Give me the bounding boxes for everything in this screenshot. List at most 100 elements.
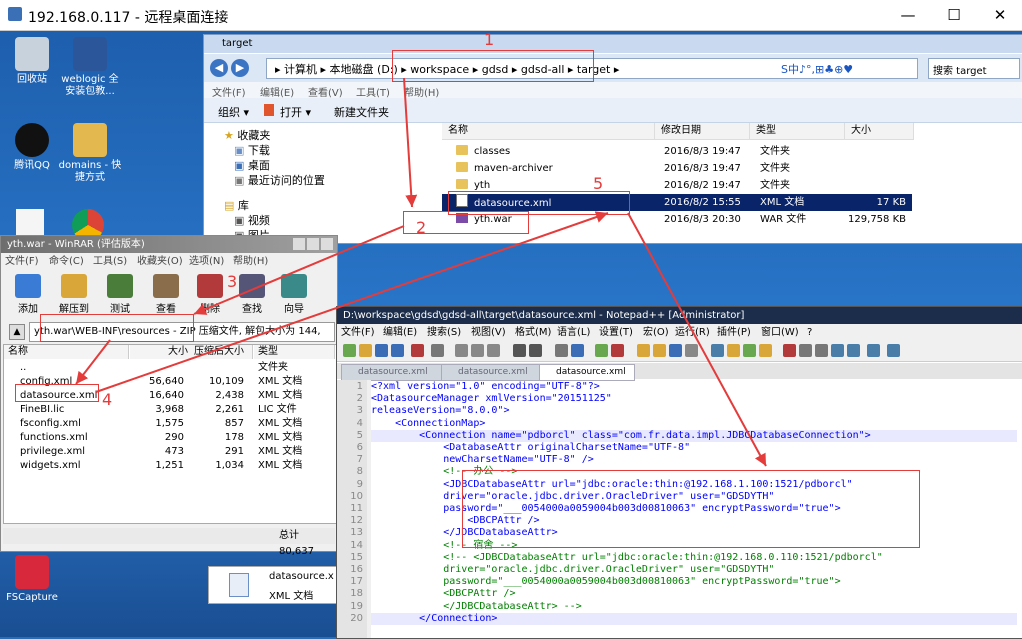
back-button[interactable]: ◀ — [210, 59, 228, 77]
open-button[interactable]: 打开 ▾ — [280, 104, 311, 120]
nav-videos[interactable]: ▣ 视频 — [234, 212, 270, 228]
paste-icon[interactable] — [487, 344, 500, 357]
replace-icon[interactable] — [571, 344, 584, 357]
macro-run-multiple-icon[interactable] — [831, 344, 844, 357]
word-wrap-icon[interactable] — [653, 344, 666, 357]
view-button[interactable]: 查看 — [145, 274, 187, 315]
save-all-icon[interactable] — [391, 344, 404, 357]
macro-stop-icon[interactable] — [799, 344, 812, 357]
plugin-icon[interactable] — [887, 344, 900, 357]
up-folder-button[interactable]: ▲ — [9, 324, 25, 340]
print-icon[interactable] — [431, 344, 444, 357]
nav-recent[interactable]: ▣ 最近访问的位置 — [234, 172, 325, 188]
winrar-menu-tools[interactable]: 工具(S) — [93, 254, 127, 270]
maximize-button[interactable]: ☐ — [932, 4, 976, 26]
npp-menu-help[interactable]: ? — [807, 324, 812, 341]
redo-icon[interactable] — [529, 344, 542, 357]
find-icon[interactable] — [555, 344, 568, 357]
tab-datasource-1[interactable]: datasource.xml — [341, 364, 443, 381]
winrar-menu-commands[interactable]: 命令(C) — [49, 254, 84, 270]
open-file-icon[interactable] — [359, 344, 372, 357]
npp-menu-search[interactable]: 搜索(S) — [427, 324, 461, 341]
menu-tools[interactable]: 工具(T) — [356, 84, 390, 99]
tab-datasource-3[interactable]: datasource.xml — [539, 364, 635, 381]
macro-save-icon[interactable] — [847, 344, 860, 357]
folder-workspace-icon[interactable] — [759, 344, 772, 357]
test-button[interactable]: 测试 — [99, 274, 141, 315]
column-header-size[interactable]: 大小 — [845, 123, 914, 140]
organize-button[interactable]: 组织 ▾ — [218, 104, 249, 120]
macro-record-icon[interactable] — [783, 344, 796, 357]
new-file-icon[interactable] — [343, 344, 356, 357]
file-row[interactable]: maven-archiver 2016/8/3 19:47 文件夹 — [442, 160, 912, 177]
doc-map-icon[interactable] — [727, 344, 740, 357]
column-header-name[interactable]: 名称 — [442, 123, 655, 140]
desktop-icon-fscapture[interactable]: FSCapture — [0, 555, 64, 604]
npp-menu-run[interactable]: 运行(R) — [675, 324, 710, 341]
zoom-in-icon[interactable] — [595, 344, 608, 357]
nav-favorites[interactable]: ★ 收藏夹 — [224, 127, 270, 143]
indent-guide-icon[interactable] — [685, 344, 698, 357]
winrar-menu-help[interactable]: 帮助(H) — [233, 254, 268, 270]
desktop-icon-domains[interactable]: domains - 快捷方式 — [58, 123, 122, 184]
copy-icon[interactable] — [471, 344, 484, 357]
wr-file-row[interactable]: widgets.xml 1,251 1,034 XML 文档 — [4, 459, 334, 473]
run-icon[interactable] — [867, 344, 880, 357]
menu-help[interactable]: 帮助(H) — [404, 84, 439, 99]
nav-desktop[interactable]: ▣ 桌面 — [234, 157, 270, 173]
winrar-menu-file[interactable]: 文件(F) — [5, 254, 39, 270]
npp-menu-edit[interactable]: 编辑(E) — [383, 324, 417, 341]
wr-file-row[interactable]: FineBI.lic 3,968 2,261 LIC 文件 — [4, 403, 334, 417]
forward-button[interactable]: ▶ — [231, 59, 249, 77]
npp-menu-plugins[interactable]: 插件(P) — [717, 324, 751, 341]
wr-column-name[interactable]: 名称 — [4, 345, 129, 359]
npp-menu-window[interactable]: 窗口(W) — [761, 324, 799, 341]
wr-file-row[interactable]: fsconfig.xml 1,575 857 XML 文档 — [4, 417, 334, 431]
function-list-icon[interactable] — [743, 344, 756, 357]
undo-icon[interactable] — [513, 344, 526, 357]
add-button[interactable]: 添加 — [7, 274, 49, 315]
winrar-menu-options[interactable]: 选项(N) — [189, 254, 224, 270]
nav-libraries[interactable]: ▤ 库 — [224, 197, 249, 213]
npp-menu-settings[interactable]: 设置(T) — [599, 324, 633, 341]
winrar-menu-favorites[interactable]: 收藏夹(O) — [137, 254, 183, 270]
wr-column-packed[interactable]: 压缩后大小 — [190, 345, 253, 359]
save-icon[interactable] — [375, 344, 388, 357]
column-header-date[interactable]: 修改日期 — [655, 123, 750, 140]
winrar-maximize-button[interactable] — [307, 238, 319, 250]
search-input[interactable]: 搜索 target — [928, 58, 1020, 79]
wr-file-row[interactable]: .. 文件夹 — [4, 361, 334, 375]
lang-icon[interactable] — [711, 344, 724, 357]
close-button[interactable]: ✕ — [978, 4, 1022, 26]
npp-menu-language[interactable]: 语言(L) — [557, 324, 590, 341]
ime-toolbar[interactable]: S中♪°,⊞♣⊕♥ — [778, 61, 857, 77]
cut-icon[interactable] — [455, 344, 468, 357]
nav-downloads[interactable]: ▣ 下载 — [234, 142, 270, 158]
delete-button[interactable]: 删除 — [189, 274, 231, 315]
sync-scroll-icon[interactable] — [637, 344, 650, 357]
close-file-icon[interactable] — [411, 344, 424, 357]
desktop-icon-weblogic[interactable]: weblogic 全安装包教... — [58, 37, 122, 98]
menu-edit[interactable]: 编辑(E) — [260, 84, 294, 99]
wizard-button[interactable]: 向导 — [273, 274, 315, 315]
winrar-minimize-button[interactable] — [293, 238, 305, 250]
menu-file[interactable]: 文件(F) — [212, 84, 246, 99]
npp-menu-format[interactable]: 格式(M) — [515, 324, 551, 341]
menu-view[interactable]: 查看(V) — [308, 84, 343, 99]
all-chars-icon[interactable] — [669, 344, 682, 357]
npp-menu-view[interactable]: 视图(V) — [471, 324, 506, 341]
extract-button[interactable]: 解压到 — [53, 274, 95, 315]
wr-column-size[interactable]: 大小 — [130, 345, 193, 359]
npp-menu-macro[interactable]: 宏(O) — [643, 324, 669, 341]
desktop-icon-recycle-bin[interactable]: 回收站 — [0, 37, 64, 86]
minimize-button[interactable]: — — [886, 4, 930, 26]
find-button[interactable]: 查找 — [231, 274, 273, 315]
column-header-type[interactable]: 类型 — [750, 123, 845, 140]
new-folder-button[interactable]: 新建文件夹 — [334, 104, 389, 120]
winrar-close-button[interactable] — [321, 238, 333, 250]
wr-file-row[interactable]: privilege.xml 473 291 XML 文档 — [4, 445, 334, 459]
desktop-icon-qq[interactable]: 腾讯QQ — [0, 123, 64, 172]
wr-column-type[interactable]: 类型 — [254, 345, 335, 359]
zoom-out-icon[interactable] — [611, 344, 624, 357]
file-row[interactable]: classes 2016/8/3 19:47 文件夹 — [442, 143, 912, 160]
